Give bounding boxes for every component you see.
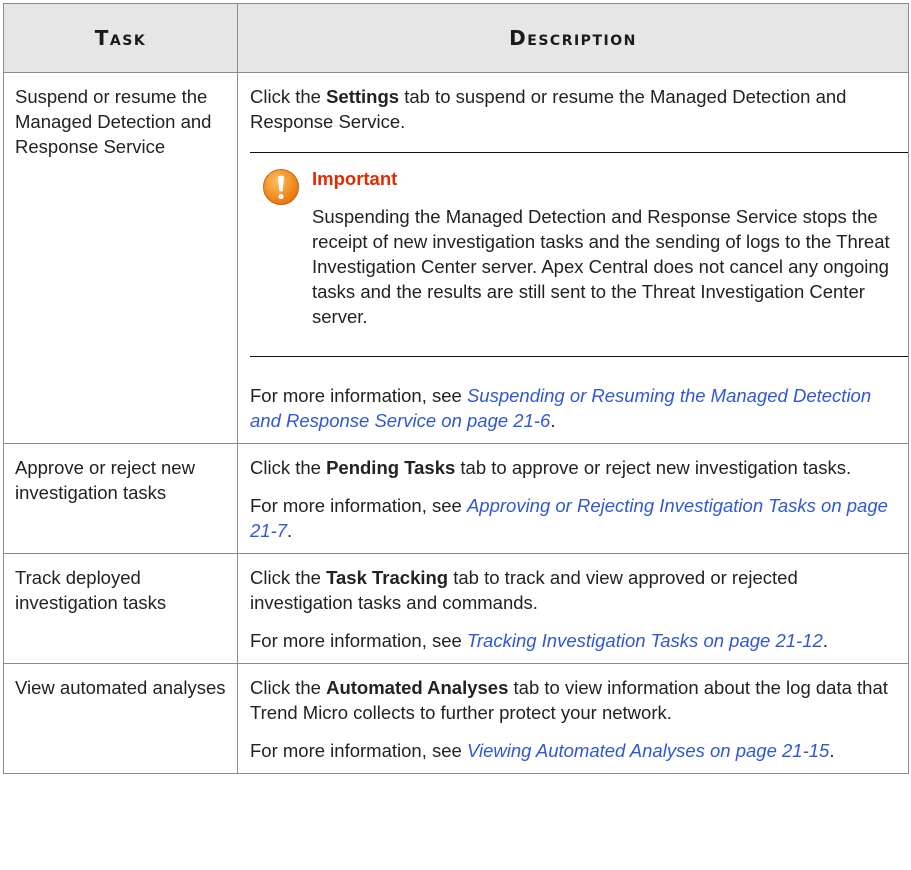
more-info-text: For more information, see Viewing Automa… xyxy=(250,738,898,763)
description-cell: Click the Pending Tasks tab to approve o… xyxy=(237,443,909,554)
cross-reference-link[interactable]: Viewing Automated Analyses on page 21-15 xyxy=(467,740,829,761)
task-cell: Suspend or resume the Managed Detection … xyxy=(3,72,238,444)
more-info-prefix: For more information, see xyxy=(250,495,467,516)
note-text: Suspending the Managed Detection and Res… xyxy=(312,206,890,327)
description-text: Click the Pending Tasks tab to approve o… xyxy=(250,455,898,480)
description-cell: Click the Automated Analyses tab to view… xyxy=(237,663,909,774)
description-text: Click the Automated Analyses tab to view… xyxy=(250,675,898,725)
task-table: Task Description Suspend or resume the M… xyxy=(3,3,909,774)
table-row: View automated analyses Click the Automa… xyxy=(3,663,909,774)
table-row: Suspend or resume the Managed Detection … xyxy=(3,72,909,444)
important-note: Important Suspending the Managed Detecti… xyxy=(250,152,908,357)
header-description: Description xyxy=(237,3,909,73)
table-row: Approve or reject new investigation task… xyxy=(3,443,909,554)
ui-element-name: Task Tracking xyxy=(326,567,449,588)
more-info-suffix: . xyxy=(829,740,835,761)
more-info-text: For more information, see Suspending or … xyxy=(250,383,898,433)
more-info-prefix: For more information, see xyxy=(250,740,467,761)
note-body: Important Suspending the Managed Detecti… xyxy=(312,166,898,329)
description-text: Click the Settings tab to suspend or res… xyxy=(250,84,898,134)
description-prefix: Click the xyxy=(250,457,327,478)
more-info-suffix: . xyxy=(550,410,556,431)
task-cell: Track deployed investigation tasks xyxy=(3,553,238,664)
table-header-row: Task Description xyxy=(3,3,909,73)
ui-element-name: Automated Analyses xyxy=(326,677,509,698)
more-info-prefix: For more information, see xyxy=(250,385,467,406)
more-info-prefix: For more information, see xyxy=(250,630,467,651)
more-info-text: For more information, see Tracking Inves… xyxy=(250,628,898,653)
description-prefix: Click the xyxy=(250,86,327,107)
cross-reference-link[interactable]: Tracking Investigation Tasks on page 21-… xyxy=(467,630,823,651)
description-text: Click the Task Tracking tab to track and… xyxy=(250,565,898,615)
task-cell: View automated analyses xyxy=(3,663,238,774)
note-title: Important xyxy=(312,168,398,189)
table-row: Track deployed investigation tasks Click… xyxy=(3,553,909,664)
description-prefix: Click the xyxy=(250,677,327,698)
ui-element-name: Pending Tasks xyxy=(326,457,456,478)
more-info-suffix: . xyxy=(822,630,828,651)
more-info-text: For more information, see Approving or R… xyxy=(250,493,898,543)
more-info-suffix: . xyxy=(287,520,293,541)
description-prefix: Click the xyxy=(250,567,327,588)
description-cell: Click the Settings tab to suspend or res… xyxy=(237,72,909,444)
header-task: Task xyxy=(3,3,238,73)
warning-icon xyxy=(263,169,299,205)
description-suffix: tab to approve or reject new investigati… xyxy=(455,457,852,478)
task-cell: Approve or reject new investigation task… xyxy=(3,443,238,554)
description-cell: Click the Task Tracking tab to track and… xyxy=(237,553,909,664)
ui-element-name: Settings xyxy=(326,86,400,107)
